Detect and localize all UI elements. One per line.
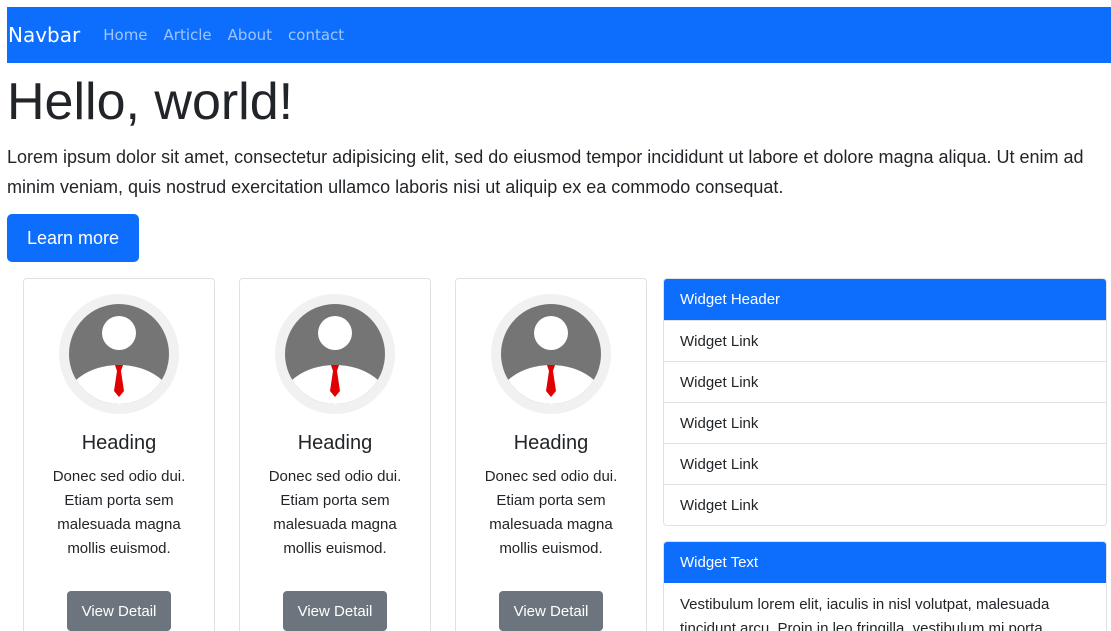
widget-link[interactable]: Widget Link [664, 361, 1106, 402]
card-text: Donec sed odio dui. Etiam porta sem male… [268, 468, 402, 557]
avatar-icon [274, 293, 396, 415]
view-detail-button[interactable]: View Detail [67, 591, 171, 631]
navbar-brand[interactable]: Navbar [8, 23, 80, 47]
view-detail-button[interactable]: View Detail [283, 591, 387, 631]
card-heading: Heading [297, 432, 373, 454]
hero-title: Hello, world! [7, 73, 294, 131]
hero-lead: Lorem ipsum dolor sit amet, consectetur … [7, 147, 1084, 197]
nav-link-home[interactable]: Home [103, 26, 147, 44]
widget-link[interactable]: Widget Link [664, 484, 1106, 525]
view-detail-button[interactable]: View Detail [499, 591, 603, 631]
card: Heading Donec sed odio dui. Etiam porta … [239, 278, 431, 631]
nav-link-contact[interactable]: contact [288, 26, 344, 44]
card-text: Donec sed odio dui. Etiam porta sem male… [52, 468, 186, 557]
navbar: Navbar Home Article About contact [7, 7, 1111, 63]
nav-link-about[interactable]: About [228, 26, 272, 44]
widget-link[interactable]: Widget Link [664, 402, 1106, 443]
card-heading: Heading [81, 432, 157, 454]
page: Navbar Home Article About contact Hello,… [0, 0, 1111, 631]
widget-text: Widget Text Vestibulum lorem elit, iacul… [663, 541, 1107, 631]
avatar-icon [490, 293, 612, 415]
card-text: Donec sed odio dui. Etiam porta sem male… [484, 468, 618, 557]
widget-link[interactable]: Widget Link [664, 443, 1106, 484]
widget-text-header: Widget Text [664, 542, 1106, 583]
card-heading: Heading [513, 432, 589, 454]
learn-more-button[interactable]: Learn more [7, 214, 139, 262]
widget-links: Widget Header Widget Link Widget Link Wi… [663, 278, 1107, 526]
widget-link[interactable]: Widget Link [664, 320, 1106, 361]
widget-header: Widget Header [664, 279, 1106, 320]
card: Heading Donec sed odio dui. Etiam porta … [455, 278, 647, 631]
nav-link-article[interactable]: Article [164, 26, 212, 44]
widget-text-body: Vestibulum lorem elit, iaculis in nisl v… [680, 596, 1050, 631]
avatar-icon [58, 293, 180, 415]
card: Heading Donec sed odio dui. Etiam porta … [23, 278, 215, 631]
